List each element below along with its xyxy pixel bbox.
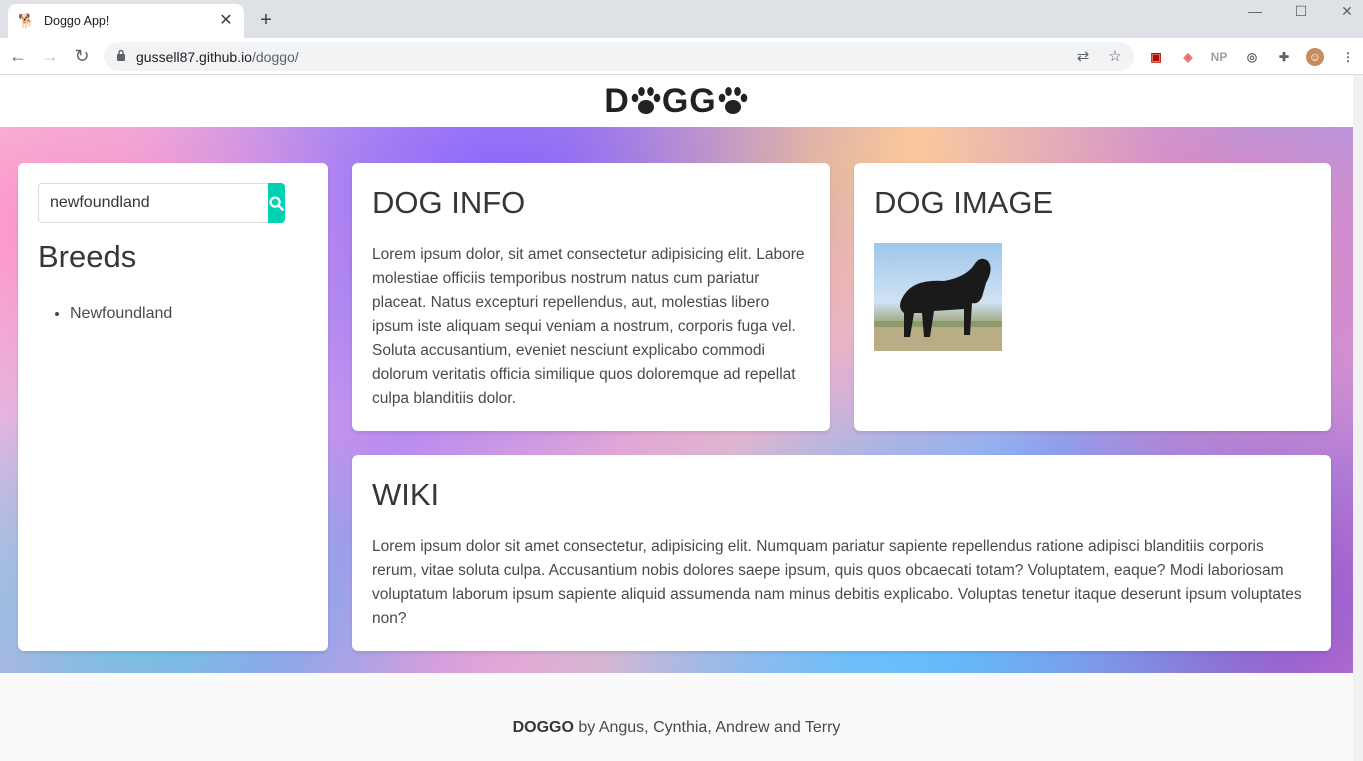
breeds-heading: Breeds — [38, 239, 137, 274]
paw-icon — [718, 87, 748, 114]
dog-image-heading: DOG IMAGE — [874, 185, 1054, 220]
translate-icon[interactable]: ⇄ — [1074, 48, 1092, 66]
np-extension-icon[interactable]: NP — [1210, 48, 1228, 66]
profile-avatar[interactable]: ☺ — [1306, 48, 1324, 66]
back-icon[interactable]: ← — [8, 46, 28, 66]
logo-letters: GG — [661, 81, 717, 120]
footer-brand: DOGGO — [512, 719, 574, 736]
doggo-logo[interactable]: D GG — [604, 82, 748, 121]
wiki-text: Lorem ipsum dolor sit amet consectetur, … — [372, 538, 1302, 627]
browser-toolbar: ← → ↻ gussell87.github.io/doggo/ ⇄ ☆ ▣ ◈… — [0, 38, 1363, 75]
forward-icon[interactable]: → — [40, 46, 60, 66]
breed-list-item[interactable]: Newfoundland — [70, 305, 308, 323]
search-icon — [269, 195, 284, 211]
dog-info-card: DOG INFO Lorem ipsum dolor, sit amet con… — [352, 163, 830, 431]
extension-icon[interactable]: ◈ — [1179, 48, 1197, 66]
more-menu-icon[interactable]: ⋮ — [1339, 48, 1357, 66]
dog-image-card: DOG IMAGE — [854, 163, 1331, 431]
dog-info-heading: DOG INFO — [372, 185, 526, 220]
browser-tab-bar: 🐕 Doggo App! ✕ + — ☐ ✕ — [0, 0, 1363, 38]
paw-icon — [631, 87, 661, 114]
browser-tab[interactable]: 🐕 Doggo App! ✕ — [8, 4, 244, 38]
dog-info-text: Lorem ipsum dolor, sit amet consectetur … — [372, 246, 805, 407]
dog-favicon-icon: 🐕 — [18, 13, 35, 28]
logo-letter: D — [604, 81, 630, 120]
search-form — [38, 183, 285, 223]
bookmark-star-icon[interactable]: ☆ — [1106, 48, 1124, 66]
lock-icon — [116, 49, 126, 64]
maximize-icon[interactable]: ☐ — [1286, 2, 1316, 20]
search-button[interactable] — [268, 183, 285, 223]
close-tab-icon[interactable]: ✕ — [218, 13, 234, 29]
reload-icon[interactable]: ↻ — [72, 46, 92, 66]
site-footer: DOGGO by Angus, Cynthia, Andrew and Terr… — [0, 673, 1353, 761]
dog-photo — [874, 243, 1002, 351]
web-page: D GG newfoundland Breeds • Newfoundland … — [0, 75, 1353, 761]
url-text: gussell87.github.io/doggo/ — [136, 48, 299, 65]
new-tab-icon[interactable]: + — [256, 10, 276, 30]
site-header: D GG — [0, 75, 1353, 127]
wiki-heading: WIKI — [372, 477, 440, 512]
wiki-card: WIKI Lorem ipsum dolor sit amet consecte… — [352, 455, 1331, 651]
extension-icon[interactable]: ◎ — [1243, 48, 1261, 66]
window-close-icon[interactable]: ✕ — [1332, 2, 1362, 20]
tab-title: Doggo App! — [44, 14, 110, 28]
breed-list: Newfoundland — [38, 305, 308, 323]
address-bar[interactable]: gussell87.github.io/doggo/ ⇄ ☆ — [104, 42, 1134, 71]
footer-credits: by Angus, Cynthia, Andrew and Terry — [573, 719, 841, 736]
breed-search-input[interactable] — [38, 183, 268, 223]
minimize-icon[interactable]: — — [1240, 2, 1270, 20]
hero-background: Breeds Newfoundland DOG INFO Lorem ipsum… — [0, 127, 1353, 673]
breeds-sidebar: Breeds Newfoundland — [18, 163, 328, 651]
puzzle-extensions-icon[interactable]: ✚ — [1275, 48, 1293, 66]
page-scrollbar[interactable] — [1353, 75, 1363, 761]
pdf-extension-icon[interactable]: ▣ — [1147, 48, 1165, 66]
